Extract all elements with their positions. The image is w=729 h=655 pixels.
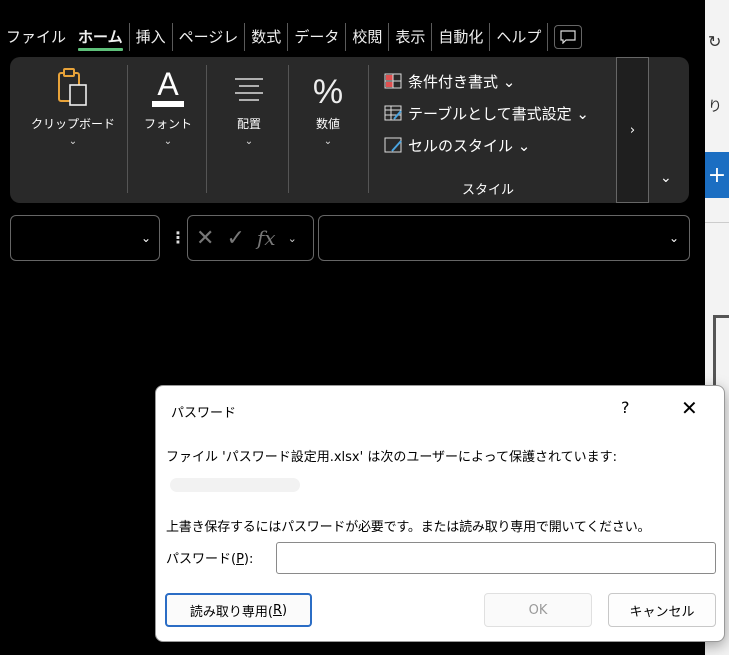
cell-styles-icon — [384, 137, 402, 153]
tab-automate[interactable]: 自動化 — [432, 23, 491, 51]
conditional-formatting-icon — [384, 73, 402, 89]
cell-styles-label: セルのスタイル ⌄ — [408, 136, 531, 155]
clipboard-icon — [58, 68, 87, 106]
ribbon-collapse-button[interactable]: ⌄ — [660, 170, 672, 186]
redacted-user-name — [170, 478, 300, 492]
chevron-down-icon: ⌄ — [668, 231, 679, 245]
alignment-group[interactable]: 配置 ⌄ — [210, 57, 288, 193]
tab-page-layout[interactable]: ページレ — [173, 23, 246, 51]
font-icon: A — [152, 66, 184, 107]
tab-help[interactable]: ヘルプ — [490, 23, 549, 51]
password-input[interactable] — [276, 542, 716, 574]
password-required-message: 上書き保存するにはパスワードが必要です。または読み取り専用で開いてください。 — [166, 520, 651, 535]
insert-function-icon[interactable]: fx — [257, 226, 276, 250]
conditional-formatting-button[interactable]: 条件付き書式 ⌄ — [384, 65, 614, 97]
dialog-title: パスワード — [171, 406, 237, 421]
divider — [127, 65, 128, 193]
svg-text:A: A — [157, 66, 179, 102]
read-only-button[interactable]: 読み取り専用(R) — [165, 593, 312, 627]
confirm-entry-icon[interactable]: ✓ — [226, 226, 244, 251]
tab-insert[interactable]: 挿入 — [130, 23, 173, 51]
formula-buttons: ✕ ✓ fx ⌄ — [187, 215, 314, 261]
background-frame — [713, 315, 729, 395]
add-button[interactable]: + — [705, 152, 729, 198]
name-box[interactable]: ⌄ — [10, 215, 160, 261]
password-label: パスワード(P): — [166, 552, 254, 567]
background-window-text: り — [708, 99, 722, 115]
divider — [705, 222, 729, 223]
tab-file[interactable]: ファイル — [0, 23, 72, 51]
tab-view[interactable]: 表示 — [389, 23, 433, 51]
ribbon: クリップボード ⌄ A フォント ⌄ 配置 ⌄ % 数値 ⌄ 条件付き書式 ⌄ … — [10, 57, 689, 203]
ok-button[interactable]: OK — [484, 593, 592, 627]
percent-icon: % — [313, 73, 343, 111]
format-as-table-label: テーブルとして書式設定 ⌄ — [408, 104, 589, 123]
close-button[interactable]: ✕ — [681, 396, 698, 420]
cell-styles-button[interactable]: セルのスタイル ⌄ — [384, 129, 614, 161]
divider — [206, 65, 207, 193]
cancel-entry-icon[interactable]: ✕ — [196, 226, 214, 251]
chevron-down-icon: ⌄ — [163, 136, 173, 147]
tab-data[interactable]: データ — [288, 23, 347, 51]
help-button[interactable]: ? — [621, 398, 630, 417]
number-label: 数値 — [315, 117, 340, 131]
protection-message: ファイル 'パスワード設定用.xlsx' は次のユーザーによって保護されています… — [166, 450, 618, 465]
chevron-down-icon: ⌄ — [323, 136, 333, 147]
ribbon-more-button[interactable]: › — [616, 57, 649, 203]
svg-text:%: % — [313, 73, 343, 111]
tab-home[interactable]: ホーム — [72, 23, 130, 51]
ribbon-tabs: ファイル ホーム 挿入 ページレ 数式 データ 校閲 表示 自動化 ヘルプ — [0, 22, 705, 52]
password-dialog: パスワード ? ✕ ファイル 'パスワード設定用.xlsx' は次のユーザーによ… — [155, 385, 725, 642]
clipboard-label: クリップボード — [30, 117, 115, 131]
format-as-table-button[interactable]: テーブルとして書式設定 ⌄ — [384, 97, 614, 129]
comment-icon — [560, 30, 576, 44]
divider — [368, 65, 369, 193]
tab-formulas[interactable]: 数式 — [245, 23, 289, 51]
chevron-down-icon: ⌄ — [140, 231, 151, 245]
refresh-icon[interactable]: ↻ — [708, 32, 721, 51]
formula-input[interactable]: ⌄ — [318, 215, 690, 261]
formula-bar-grip-icon[interactable]: ⋮ — [170, 228, 186, 247]
conditional-formatting-label: 条件付き書式 ⌄ — [408, 72, 516, 91]
format-as-table-icon — [384, 105, 402, 121]
chevron-down-icon: ⌄ — [68, 136, 78, 147]
cancel-button[interactable]: キャンセル — [608, 593, 716, 627]
styles-group: 条件付き書式 ⌄ テーブルとして書式設定 ⌄ セルのスタイル ⌄ — [384, 65, 614, 161]
font-group[interactable]: A フォント ⌄ — [132, 57, 204, 193]
clipboard-group[interactable]: クリップボード ⌄ — [18, 57, 128, 193]
chevron-down-icon: ⌄ — [244, 136, 254, 147]
chevron-down-icon[interactable]: ⌄ — [288, 232, 297, 245]
tab-review[interactable]: 校閲 — [346, 23, 390, 51]
divider — [288, 65, 289, 193]
alignment-label: 配置 — [236, 117, 261, 131]
font-label: フォント — [143, 117, 192, 131]
alignment-icon — [235, 78, 263, 101]
number-group[interactable]: % 数値 ⌄ — [290, 57, 366, 193]
styles-caption: スタイル — [462, 183, 515, 198]
comments-button[interactable] — [554, 25, 583, 49]
